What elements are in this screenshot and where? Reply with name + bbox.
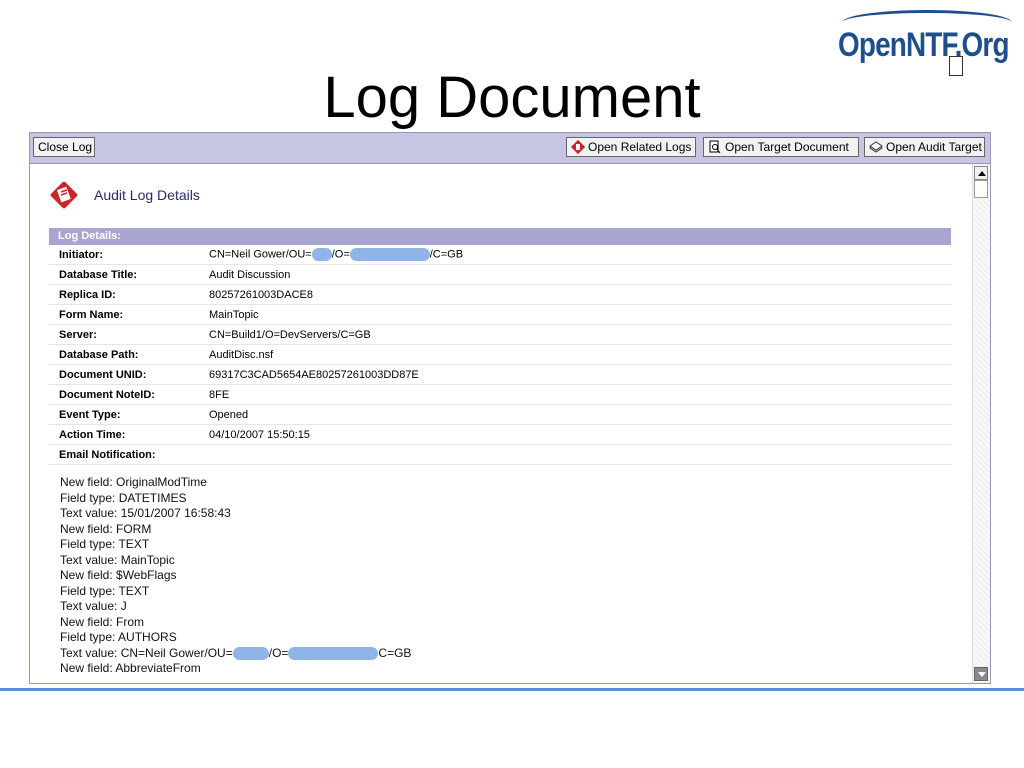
document-search-icon <box>709 140 721 154</box>
detail-key: Replica ID: <box>59 288 116 301</box>
detail-value: 69317C3CAD5654AE80257261003DD87E <box>209 368 419 381</box>
detail-key: Action Time: <box>59 428 126 441</box>
app-window: Close Log Open Related Logs Open Target … <box>29 132 991 684</box>
log-line: New field: From <box>60 614 145 629</box>
audit-log-icon <box>50 181 78 209</box>
detail-row: Server: CN=Build1/O=DevServers/C=GB <box>49 325 951 345</box>
log-line: Text value: J <box>60 599 127 613</box>
open-audit-target-label: Open Audit Target <box>886 140 982 154</box>
detail-key: Document UNID: <box>59 368 147 381</box>
open-related-logs-button[interactable]: Open Related Logs <box>566 137 696 157</box>
change-log-text: New field: OriginalModTime Field type: D… <box>60 475 411 677</box>
detail-key: Form Name: <box>59 308 124 321</box>
detail-row-initiator: Initiator: CN=Neil Gower/OU=/O=/C=GB <box>49 245 951 265</box>
detail-key: Email Notification: <box>59 448 156 461</box>
detail-value: CN=Build1/O=DevServers/C=GB <box>209 328 371 341</box>
detail-key: Database Path: <box>59 348 139 361</box>
detail-value: 8FE <box>209 388 230 401</box>
log-line: New field: AbbreviateFrom <box>60 661 201 675</box>
audit-log-title: Audit Log Details <box>94 187 200 203</box>
database-icon <box>869 141 883 153</box>
open-target-document-label: Open Target Document <box>725 140 849 154</box>
detail-row: Event Type: Opened <box>49 405 951 425</box>
detail-row: Action Time: 04/10/2007 15:50:15 <box>49 425 951 445</box>
detail-value: 80257261003DACE8 <box>209 288 313 301</box>
redaction-mark <box>288 646 379 660</box>
log-line: New field: $WebFlags <box>60 568 177 582</box>
detail-value: Audit Discussion <box>209 268 291 281</box>
log-details-section-bar: Log Details: <box>49 228 951 245</box>
redaction-mark <box>311 248 332 261</box>
log-line: Field type: TEXT <box>60 583 150 598</box>
detail-value: AuditDisc.nsf <box>209 348 274 361</box>
log-line: Text value: MainTopic <box>60 552 175 567</box>
log-line: New field: OriginalModTime <box>60 475 207 489</box>
open-related-logs-label: Open Related Logs <box>588 140 692 154</box>
slide-title: Log Document <box>323 65 701 130</box>
open-target-document-button[interactable]: Open Target Document <box>703 137 859 157</box>
toolbar: Close Log Open Related Logs Open Target … <box>30 133 990 164</box>
detail-row: Database Title: Audit Discussion <box>49 265 951 285</box>
detail-row: Document UNID: 69317C3CAD5654AE8025726100… <box>49 365 951 385</box>
close-log-button[interactable]: Close Log <box>33 137 95 157</box>
log-line: Text value: CN=Neil Gower/OU=/O= C=GB <box>60 645 412 660</box>
detail-value: CN=Neil Gower/OU=/O=/C=GB <box>209 248 464 261</box>
detail-row: Form Name: MainTopic <box>49 305 951 325</box>
detail-value: 04/10/2007 15:50:15 <box>209 428 310 441</box>
slide-footer-rule <box>0 688 1024 691</box>
audit-log-icon <box>571 140 585 154</box>
logo-text: OpenNTF.Org <box>838 26 1009 64</box>
detail-row: Document NoteID: 8FE <box>49 385 951 405</box>
detail-key: Server: <box>59 328 97 341</box>
log-details-table: Log Details: Initiator: CN=Neil Gower/OU… <box>49 228 951 465</box>
detail-row: Database Path: AuditDisc.nsf <box>49 345 951 365</box>
vertical-scrollbar[interactable] <box>972 164 990 683</box>
scroll-down-arrow-icon[interactable] <box>974 667 988 681</box>
detail-key: Event Type: <box>59 408 121 421</box>
audit-log-header: Audit Log Details <box>48 178 200 212</box>
close-log-label: Close Log <box>38 140 93 154</box>
redaction-mark <box>232 646 269 660</box>
log-line: Field type: TEXT <box>60 537 150 551</box>
detail-key: Initiator: <box>59 248 103 261</box>
log-line: Field type: DATETIMES <box>60 490 187 505</box>
detail-value: Opened <box>209 408 249 421</box>
open-audit-target-button[interactable]: Open Audit Target <box>864 137 985 157</box>
detail-key: Database Title: <box>59 268 138 281</box>
detail-row: Replica ID: 80257261003DACE8 <box>49 285 951 305</box>
log-line: New field: FORM <box>60 521 152 536</box>
log-line: Field type: AUTHORS <box>60 630 177 644</box>
log-line: Text value: 15/01/2007 16:58:43 <box>60 506 231 520</box>
detail-value: MainTopic <box>209 308 259 321</box>
scroll-up-arrow-icon[interactable] <box>974 166 988 180</box>
document-content: Audit Log Details Log Details: Initiator… <box>30 164 972 683</box>
redaction-mark <box>349 248 430 261</box>
detail-key: Document NoteID: <box>59 388 155 401</box>
detail-row: Email Notification: <box>49 445 951 465</box>
scroll-thumb[interactable] <box>974 180 988 198</box>
